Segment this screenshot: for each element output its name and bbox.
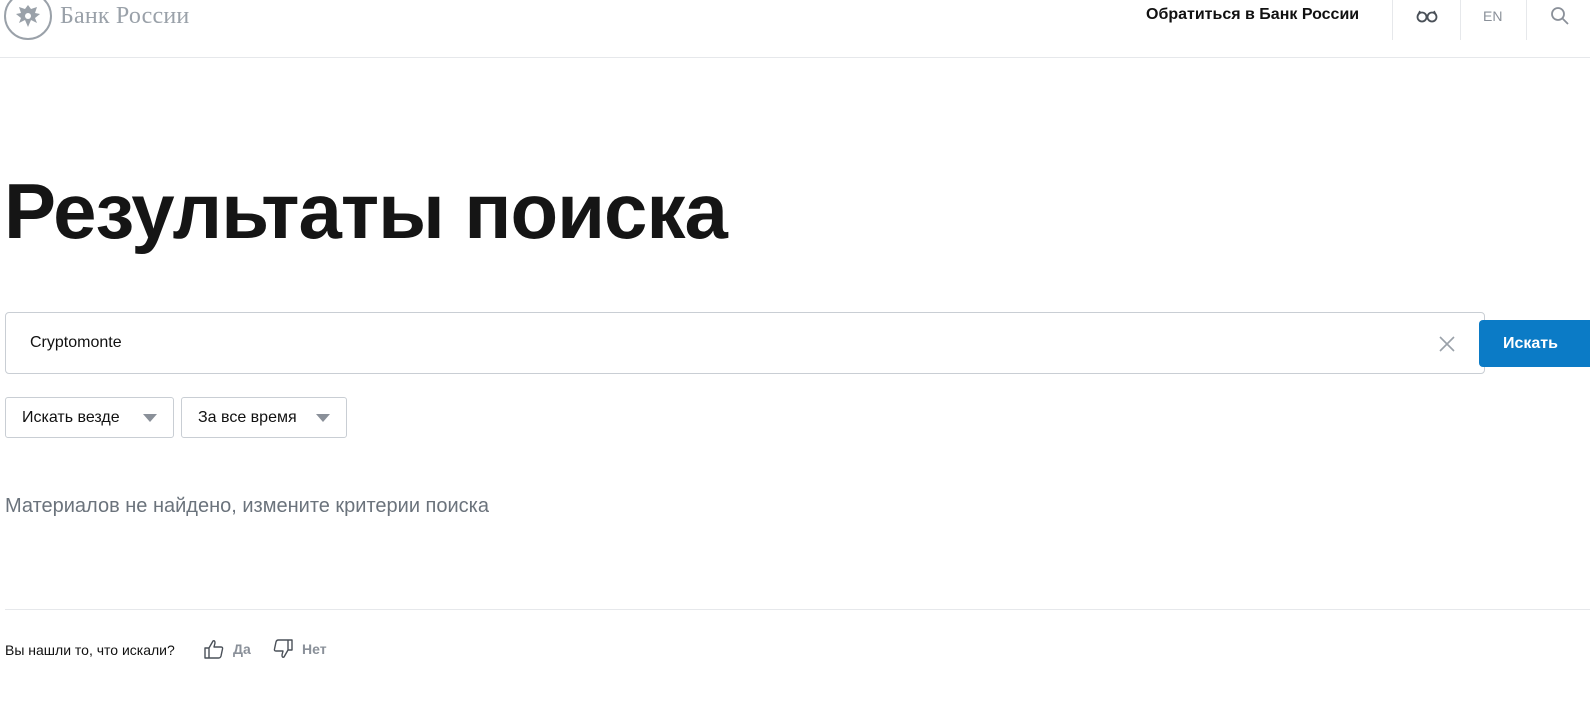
appeal-link[interactable]: Обратиться в Банк России xyxy=(1146,6,1359,24)
caret-down-icon xyxy=(143,414,157,422)
feedback-no-button[interactable]: Нет xyxy=(272,638,327,660)
glasses-icon xyxy=(1416,10,1438,23)
search-box xyxy=(5,312,1485,374)
filter-scope-select[interactable]: Искать везде xyxy=(5,397,174,438)
no-results-message: Материалов не найдено, измените критерии… xyxy=(5,495,489,517)
filter-period-label: За все время xyxy=(198,408,297,426)
search-input[interactable] xyxy=(30,313,1410,373)
divider xyxy=(5,609,1590,610)
logo-text: Банк России xyxy=(60,2,190,29)
language-switch[interactable]: EN xyxy=(1483,8,1502,24)
logo-link[interactable]: Банк России xyxy=(4,0,189,40)
search-submit-button[interactable]: Искать xyxy=(1479,320,1590,367)
page-title: Результаты поиска xyxy=(4,167,728,255)
header-search-button[interactable] xyxy=(1548,4,1572,28)
feedback-yes-button[interactable]: Да xyxy=(203,638,251,660)
feedback-yes-label: Да xyxy=(233,641,251,657)
feedback-question: Вы нашли то, что искали? xyxy=(5,642,175,658)
header-divider xyxy=(1392,0,1393,40)
thumbs-down-icon xyxy=(273,639,293,658)
search-icon xyxy=(1551,7,1569,25)
filter-period-select[interactable]: За все время xyxy=(181,397,347,438)
caret-down-icon xyxy=(316,414,330,422)
clear-search-button[interactable] xyxy=(1438,335,1456,353)
thumbs-up-icon xyxy=(204,640,224,659)
site-header: Банк России Обратиться в Банк России EN xyxy=(0,0,1590,58)
close-icon xyxy=(1439,336,1455,352)
filter-scope-label: Искать везде xyxy=(22,408,120,426)
page: Банк России Обратиться в Банк России EN … xyxy=(0,0,1590,714)
header-divider xyxy=(1526,0,1527,40)
header-divider xyxy=(1460,0,1461,40)
accessibility-button[interactable] xyxy=(1414,5,1440,27)
double-headed-eagle-emblem-icon xyxy=(4,0,52,40)
feedback-no-label: Нет xyxy=(302,641,327,657)
